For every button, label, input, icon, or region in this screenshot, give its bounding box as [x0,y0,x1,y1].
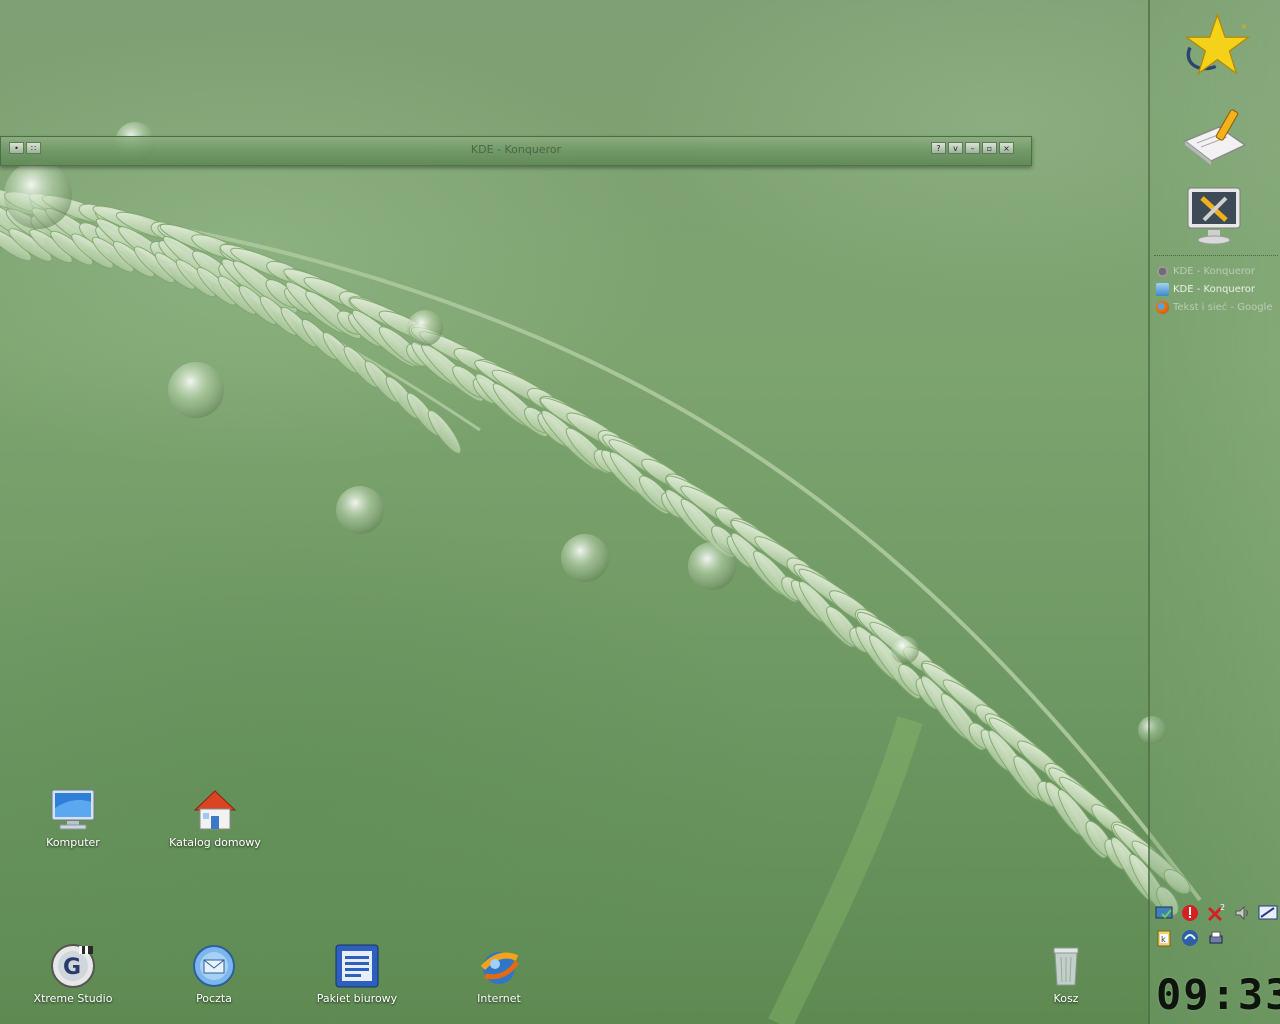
computer-icon [49,786,97,834]
minimize-button[interactable]: – [965,142,980,154]
kicker-panel: * KDE - Konqueror KDE - Konqueror Tekst … [1148,0,1280,1024]
desktop-icon-pakiet-biurowy[interactable]: Pakiet biurowy [302,942,412,1005]
gear-icon [1156,264,1169,278]
svg-text:*: * [1241,23,1246,35]
desktop-icon-internet[interactable]: Internet [444,942,554,1005]
konqueror-window-titlebar[interactable]: • ∷ KDE - Konqueror ? v – ▫ × [0,136,1032,166]
desktop-icon-poczta[interactable]: Poczta [159,942,269,1005]
desktop-icon-label: Katalog domowy [169,836,261,849]
desktop-icon-label: Komputer [46,836,100,849]
taskbar-item-label: KDE - Konqueror [1173,283,1256,295]
shade-button[interactable]: v [948,142,963,154]
svg-text:k: k [1161,935,1166,944]
taskbar-item-google[interactable]: Tekst i sieć - Google [1156,299,1280,315]
window-title: KDE - Konqueror [470,143,562,156]
desktop-icon-komputer[interactable]: Komputer [18,786,128,849]
taskbar-item-konqueror-1[interactable]: KDE - Konqueror [1156,263,1280,279]
pen-notepad-icon [1183,109,1247,165]
desktop-icon-xtreme-studio[interactable]: G Xtreme Studio [18,942,128,1005]
update-icon[interactable] [1180,928,1200,948]
editor-launcher[interactable] [1178,100,1250,170]
trash-icon [1042,942,1090,990]
close-button[interactable]: × [999,142,1014,154]
window-right-buttons: ? v – ▫ × [931,142,1014,154]
alert-icon[interactable] [1180,903,1200,923]
settings-launcher[interactable] [1178,180,1250,250]
svg-text:G: G [63,955,81,980]
taskbar-item-label: Tekst i sieć - Google [1173,301,1273,313]
desktop-icon-label: Pakiet biurowy [316,992,398,1005]
maximize-button[interactable]: ▫ [982,142,997,154]
panel-separator [1154,255,1278,256]
digital-clock[interactable]: 09:33 [1156,970,1280,1020]
desktop-icon-kosz[interactable]: Kosz [1011,942,1121,1005]
printer-icon[interactable] [1206,928,1226,948]
folder-icon [1156,282,1169,296]
disconnected-icon[interactable]: 2 [1206,903,1226,923]
desktop-icon-label: Internet [477,992,521,1005]
network-check-icon[interactable] [1154,903,1174,923]
xtreme-studio-icon: G [49,942,97,990]
klipper-icon[interactable]: k [1154,928,1174,948]
star-icon: * [1184,13,1250,75]
mail-icon [190,942,238,990]
firefox-icon [1156,300,1169,314]
office-document-icon [333,942,381,990]
taskbar-item-konqueror-2[interactable]: KDE - Konqueror [1156,281,1280,297]
grass-spikelet [427,409,462,454]
desktop-icon-label: Poczta [196,992,232,1005]
system-tray: 2 k [1154,903,1278,953]
internet-browser-icon [475,942,523,990]
star-launcher[interactable]: * [1178,10,1250,80]
monitor-tools-icon [1187,187,1241,245]
desktop-icon-label: Kosz [1053,992,1079,1005]
desktop-icon-label: Xtreme Studio [33,992,113,1005]
home-folder-icon [191,786,239,834]
desktop-icon-katalog-domowy[interactable]: Katalog domowy [160,786,270,849]
taskbar-item-label: KDE - Konqueror [1173,265,1256,277]
speaker-icon[interactable] [1232,903,1252,923]
help-button[interactable]: ? [931,142,946,154]
svg-text:2: 2 [1220,903,1225,912]
display-icon[interactable] [1258,903,1278,923]
